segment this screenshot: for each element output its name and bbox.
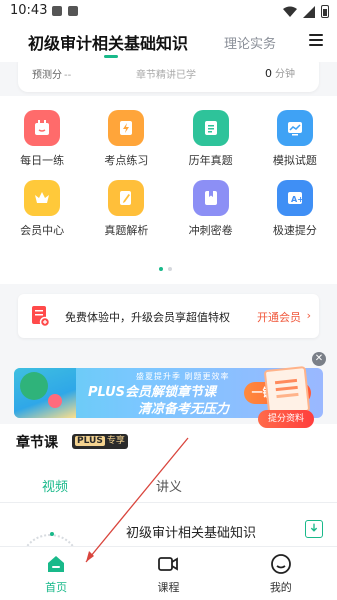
calendar-icon: [24, 110, 61, 146]
chart-icon: [276, 110, 313, 146]
prediction-score: 预测分 --: [32, 66, 71, 81]
beach-ball-illustration: [48, 394, 62, 408]
plus-badge-label: PLUS: [75, 436, 105, 446]
feature-label: 考点练习: [104, 154, 149, 167]
chapter-course-section: 章节课 PLUS 专享 视频 讲义 初级审计相关基础知识: [0, 424, 337, 546]
main-content[interactable]: 预测分 -- 章节精讲已学 0 分钟 每日一练 考点练习 历年真题 模拟试题 会…: [0, 62, 337, 546]
tab-theory-practice[interactable]: 理论实务: [224, 33, 276, 52]
bottom-navigation: 首页 课程 我的: [0, 546, 337, 600]
nav-home[interactable]: 首页: [0, 547, 112, 600]
palm-tree-illustration: [20, 372, 48, 400]
image-notification-icon: [52, 6, 62, 16]
score-materials-float[interactable]: 提分资料: [258, 365, 314, 428]
feature-grid-panel: 每日一练 考点练习 历年真题 模拟试题 会员中心 真题解析 冲刺密卷 A+ 极速…: [0, 96, 337, 284]
carousel-dot: [168, 267, 172, 271]
signal-icon: [303, 5, 315, 18]
menu-icon[interactable]: [309, 34, 323, 46]
tab-audit-basics[interactable]: 初级审计相关基础知识: [28, 30, 188, 54]
progress-ring-dot: [50, 532, 54, 536]
vip-upgrade-banner[interactable]: 免费体验中，升级会员享超值特权 开通会员 ›: [18, 294, 319, 338]
feature-label: 会员中心: [20, 224, 65, 237]
battery-icon: [321, 5, 329, 18]
progress-card: 预测分 -- 章节精讲已学 0 分钟: [18, 62, 319, 92]
nav-home-label: 首页: [45, 581, 68, 594]
tab-video[interactable]: 视频: [42, 476, 68, 495]
video-camera-icon: [158, 557, 179, 571]
feature-label: 真题解析: [104, 224, 149, 237]
feature-label: 每日一练: [20, 154, 65, 167]
chevron-right-icon: ›: [306, 309, 311, 322]
vip-banner-text: 免费体验中，升级会员享超值特权: [65, 311, 230, 324]
feature-exam-analysis[interactable]: 真题解析: [84, 180, 168, 238]
tabs-divider: [0, 502, 337, 503]
feature-point-practice[interactable]: 考点练习: [84, 110, 168, 168]
active-tab-indicator: [104, 55, 118, 58]
progress-ring: [20, 534, 80, 546]
feature-label: 极速提分: [272, 224, 317, 237]
app-notification-icon: [68, 6, 78, 16]
float-promo-label: 提分资料: [258, 410, 314, 428]
study-minutes: 0 分钟: [265, 65, 295, 80]
course-name[interactable]: 初级审计相关基础知识: [126, 522, 256, 541]
feature-label: 冲刺密卷: [188, 224, 233, 237]
exclusive-badge-label: 专享: [106, 436, 125, 446]
feature-sprint-papers[interactable]: 冲刺密卷: [169, 180, 253, 238]
lightning-icon: [108, 110, 145, 146]
feature-past-exams[interactable]: 历年真题: [169, 110, 253, 168]
status-bar: 10:43: [0, 0, 337, 24]
status-time: 10:43: [10, 3, 48, 18]
document-icon: [192, 110, 229, 146]
feature-quick-boost[interactable]: A+ 极速提分: [253, 180, 337, 238]
carousel-dots: [159, 267, 172, 271]
carousel-dot-active: [159, 267, 163, 271]
section-title: 章节课: [16, 435, 58, 451]
feature-daily-practice[interactable]: 每日一练: [0, 110, 84, 168]
prediction-score-value: --: [64, 70, 72, 81]
book-icon: [192, 180, 229, 216]
study-minutes-value: 0: [265, 67, 272, 80]
wifi-icon: [283, 6, 297, 17]
open-membership-link[interactable]: 开通会员: [257, 309, 301, 325]
notification-icons: [52, 6, 78, 16]
smiley-icon: [270, 554, 291, 574]
promo-subtitle: 清凉备考无压力: [138, 402, 230, 417]
nav-courses-label: 课程: [157, 581, 180, 594]
materials-paper-icon: [263, 365, 311, 417]
feature-label: 模拟试题: [272, 154, 317, 167]
home-icon: [48, 556, 65, 572]
feature-mock-exams[interactable]: 模拟试题: [253, 110, 337, 168]
tab-handout[interactable]: 讲义: [156, 476, 182, 495]
feature-label: 历年真题: [188, 154, 233, 167]
nav-profile[interactable]: 我的: [225, 547, 337, 600]
download-icon[interactable]: [305, 520, 323, 538]
crown-icon: [24, 180, 61, 216]
boost-icon: A+: [276, 180, 313, 216]
close-icon[interactable]: ✕: [312, 352, 326, 366]
study-minutes-unit: 分钟: [275, 69, 295, 80]
chapter-learned-label: 章节精讲已学: [136, 70, 196, 81]
nav-courses[interactable]: 课程: [112, 547, 224, 600]
plus-exclusive-badge: PLUS 专享: [72, 434, 128, 449]
top-header: 初级审计相关基础知识 理论实务: [0, 24, 337, 62]
feature-member-center[interactable]: 会员中心: [0, 180, 84, 238]
pencil-icon: [108, 180, 145, 216]
feature-grid: 每日一练 考点练习 历年真题 模拟试题 会员中心 真题解析 冲刺密卷 A+ 极速…: [0, 110, 337, 238]
svg-text:A+: A+: [291, 195, 304, 204]
nav-profile-label: 我的: [269, 581, 292, 594]
vip-document-icon: [32, 306, 50, 327]
system-icons: [283, 5, 329, 18]
prediction-score-label: 预测分: [32, 70, 62, 81]
